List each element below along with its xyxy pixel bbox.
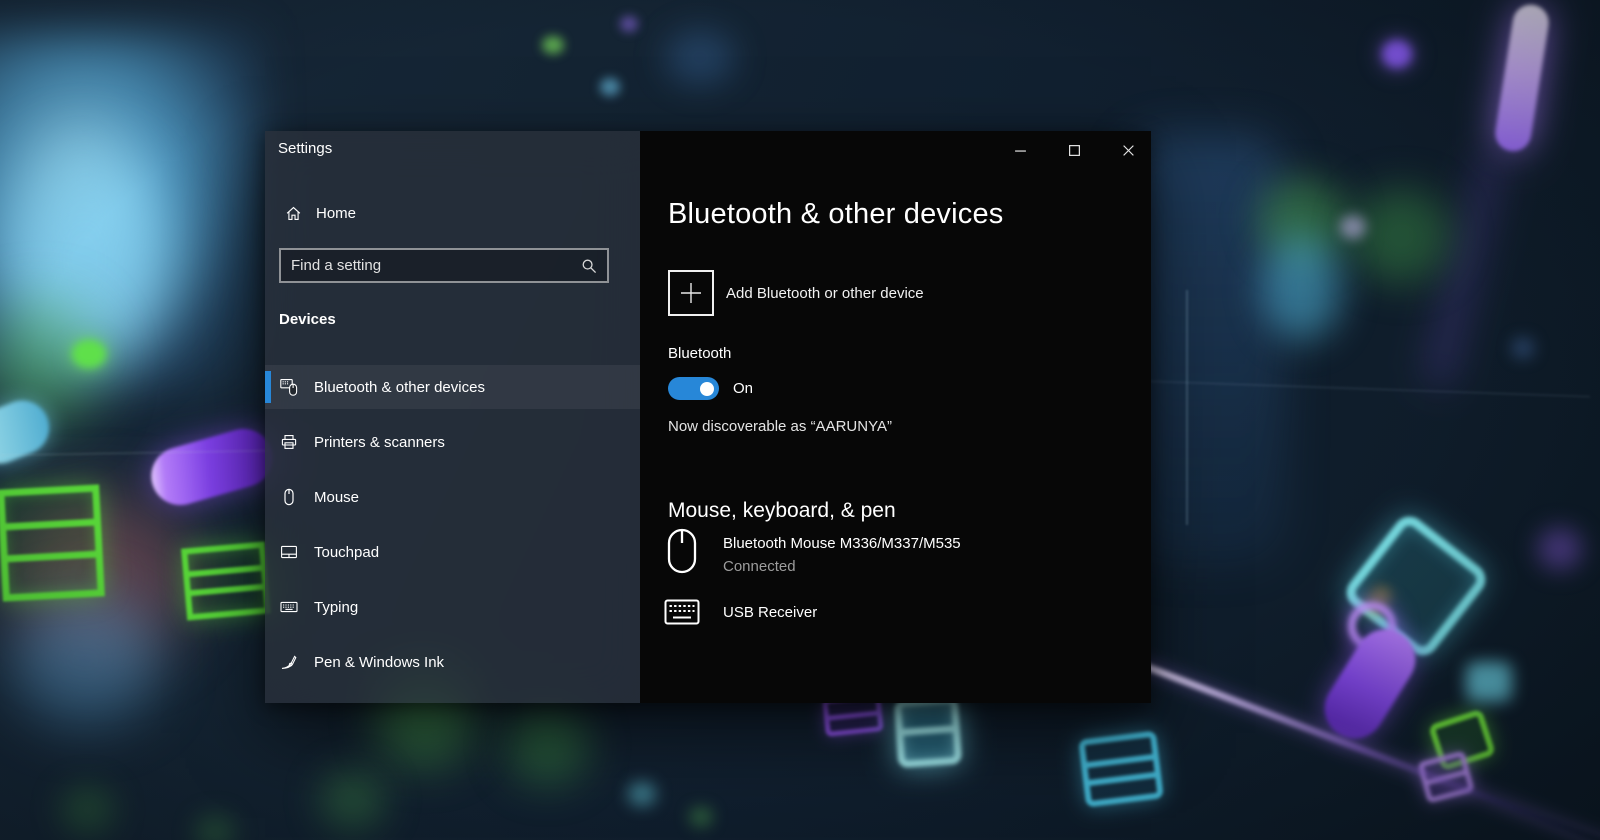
pen-icon [280, 653, 298, 671]
sidebar-item-label: Bluetooth & other devices [314, 378, 485, 396]
discoverable-status-text: Now discoverable as “AARUNYA” [668, 418, 892, 435]
minimize-icon [1014, 144, 1027, 157]
plus-icon [668, 270, 714, 316]
window-titlebar [640, 131, 1151, 171]
add-device-label: Add Bluetooth or other device [726, 284, 924, 302]
sidebar-item-label: Pen & Windows Ink [314, 653, 445, 671]
bluetooth-label: Bluetooth [668, 345, 732, 362]
search-icon[interactable] [581, 258, 597, 274]
close-button[interactable] [1105, 131, 1151, 169]
page-content: Bluetooth & other devices Add Bluetooth … [640, 197, 1151, 625]
device-name: USB Receiver [723, 604, 818, 621]
mouse-icon [280, 488, 298, 506]
maximize-icon [1068, 144, 1081, 157]
close-icon [1122, 144, 1135, 157]
settings-sidebar: Settings Home Devices [265, 131, 640, 703]
keyboard-icon [660, 599, 704, 625]
toggle-knob [700, 381, 714, 396]
devices-icon [280, 378, 298, 396]
sidebar-item-label: Mouse [314, 488, 360, 506]
touchpad-icon [280, 543, 298, 561]
printer-icon [280, 433, 298, 451]
sidebar-item-bluetooth-other-devices[interactable]: Bluetooth & other devices [265, 365, 640, 409]
sidebar-item-label: Home [316, 204, 357, 222]
settings-main-panel: Bluetooth & other devices Add Bluetooth … [640, 131, 1151, 703]
sidebar-item-label: Typing [314, 598, 359, 616]
sidebar-item-typing[interactable]: Typing [265, 585, 640, 629]
settings-window: Settings Home Devices [265, 131, 1151, 703]
toggle-state-label: On [733, 380, 754, 397]
device-status: Connected [723, 558, 796, 575]
device-info: USB Receiver [723, 603, 817, 625]
add-bluetooth-device-button[interactable]: Add Bluetooth or other device [668, 270, 1127, 316]
bluetooth-toggle-row: On [668, 377, 1127, 400]
page-title: Bluetooth & other devices [668, 198, 1004, 230]
sidebar-item-pen-windows-ink[interactable]: Pen & Windows Ink [265, 640, 640, 684]
selected-accent-bar [265, 371, 271, 403]
window-title: Settings [278, 140, 333, 157]
sidebar-item-label: Printers & scanners [314, 433, 445, 451]
sidebar-item-label: Touchpad [314, 543, 380, 561]
devices-section-title: Mouse, keyboard, & pen [668, 499, 896, 522]
sidebar-nav: Bluetooth & other devices Printers & sca… [265, 365, 640, 695]
search-box [279, 248, 609, 283]
sidebar-section-title: Devices [279, 311, 336, 328]
sidebar-item-home[interactable]: Home [265, 199, 640, 227]
search-input[interactable] [281, 257, 581, 274]
device-row-bluetooth-mouse[interactable]: Bluetooth Mouse M336/M337/M535 Connected [660, 528, 1127, 577]
device-name: Bluetooth Mouse M336/M337/M535 [723, 535, 961, 552]
mouse-icon [660, 528, 704, 577]
device-row-usb-receiver[interactable]: USB Receiver [660, 599, 1127, 625]
minimize-button[interactable] [997, 131, 1043, 169]
device-info: Bluetooth Mouse M336/M337/M535 Connected [723, 534, 961, 577]
home-icon [285, 205, 302, 222]
sidebar-item-printers-scanners[interactable]: Printers & scanners [265, 420, 640, 464]
sidebar-item-mouse[interactable]: Mouse [265, 475, 640, 519]
keyboard-icon [280, 598, 298, 616]
sidebar-item-touchpad[interactable]: Touchpad [265, 530, 640, 574]
bluetooth-toggle[interactable] [668, 377, 719, 400]
maximize-button[interactable] [1051, 131, 1097, 169]
